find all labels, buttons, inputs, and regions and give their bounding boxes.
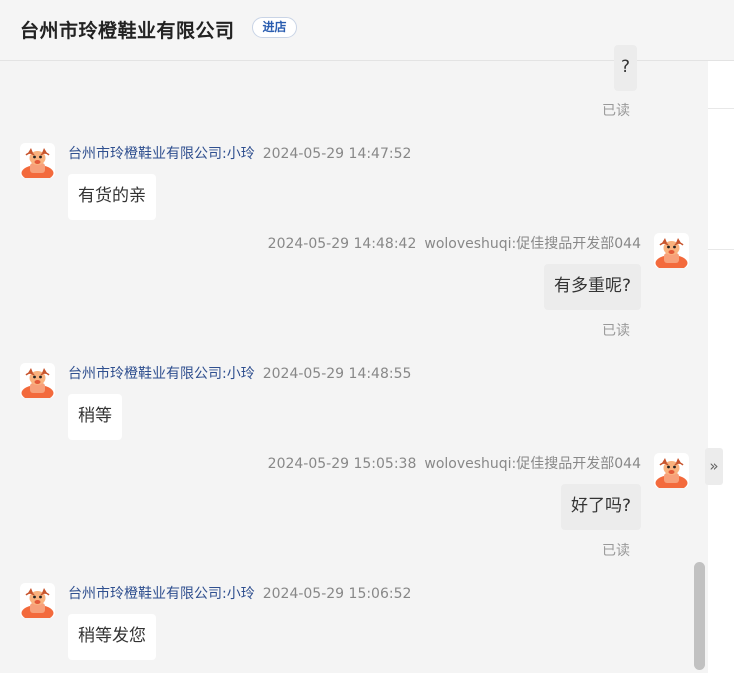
scrollbar-thumb[interactable] <box>694 562 705 670</box>
divider <box>708 108 734 109</box>
read-status: 已读 <box>602 323 630 339</box>
avatar-icon[interactable] <box>20 143 55 178</box>
message-bubble: 有货的亲 <box>68 174 156 220</box>
message-meta: 2024-05-29 14:48:42 woloveshuqi:促佳搜品开发部04… <box>268 233 641 253</box>
sender-name: 台州市玲橙鞋业有限公司:小玲 <box>68 366 255 382</box>
avatar-icon[interactable] <box>20 583 55 618</box>
message-meta: 台州市玲橙鞋业有限公司:小玲 2024-05-29 15:06:52 <box>68 583 411 603</box>
avatar-icon[interactable] <box>654 453 689 488</box>
message-time: 2024-05-29 14:47:52 <box>262 146 412 162</box>
message-meta: 台州市玲橙鞋业有限公司:小玲 2024-05-29 14:47:52 <box>68 143 411 163</box>
message-meta: 2024-05-29 15:05:38 woloveshuqi:促佳搜品开发部04… <box>268 453 641 473</box>
sender-name: 台州市玲橙鞋业有限公司:小玲 <box>68 586 255 602</box>
shop-title: 台州市玲橙鞋业有限公司 <box>20 20 235 42</box>
message-bubble: ? <box>614 45 638 91</box>
message-time: 2024-05-29 15:05:38 <box>267 456 417 472</box>
message-meta: 台州市玲橙鞋业有限公司:小玲 2024-05-29 14:48:55 <box>68 363 411 383</box>
avatar-icon[interactable] <box>20 363 55 398</box>
enter-shop-button[interactable]: 进店 <box>252 17 297 38</box>
read-status: 已读 <box>602 543 630 559</box>
message-bubble: 有多重呢? <box>543 264 641 310</box>
message-time: 2024-05-29 14:48:42 <box>267 236 417 252</box>
message-bubble: 好了吗? <box>560 484 641 530</box>
sender-name: 台州市玲橙鞋业有限公司:小玲 <box>68 146 255 162</box>
message-time: 2024-05-29 14:48:55 <box>262 366 412 382</box>
read-status: 已读 <box>602 103 630 119</box>
expand-panel-icon[interactable]: » <box>705 448 723 485</box>
side-panel <box>708 61 734 673</box>
divider <box>708 249 734 250</box>
message-bubble: 稍等 <box>68 394 122 440</box>
message-time: 2024-05-29 15:06:52 <box>262 586 412 602</box>
sender-name: woloveshuqi:促佳搜品开发部044 <box>424 456 641 472</box>
avatar-icon[interactable] <box>654 233 689 268</box>
message-bubble: 稍等发您 <box>68 614 156 660</box>
sender-name: woloveshuqi:促佳搜品开发部044 <box>424 236 641 252</box>
